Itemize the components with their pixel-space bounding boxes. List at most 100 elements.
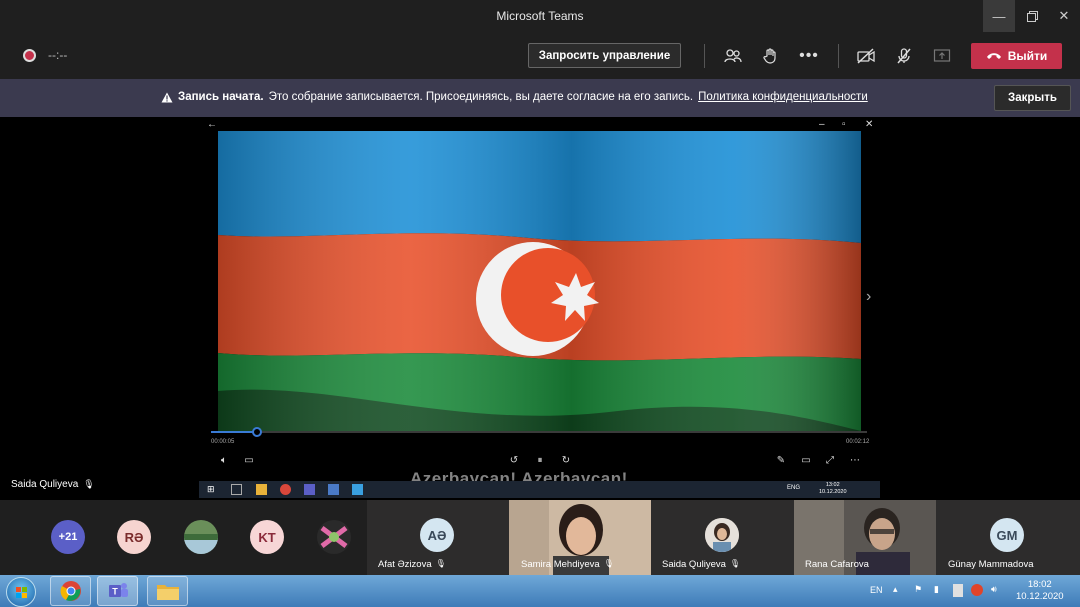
video-progress-bar[interactable]: [211, 431, 867, 433]
restore-icon: [1026, 10, 1038, 22]
participant-name: Rana Cafarova: [805, 559, 869, 570]
mic-off-icon: 🎙︎: [83, 479, 95, 489]
video-time-total: 00:02:12: [846, 439, 870, 445]
people-icon: [724, 49, 742, 63]
system-time: 18:02: [1027, 579, 1052, 590]
media-player-icon[interactable]: [352, 484, 363, 495]
teams-icon[interactable]: [304, 484, 315, 495]
close-window-button[interactable]: ✕: [1048, 0, 1080, 32]
minimize-button[interactable]: —: [983, 0, 1015, 32]
participant-avatar[interactable]: KT: [250, 520, 284, 554]
window-title: Microsoft Teams: [496, 9, 584, 23]
mic-off-icon: 🎙︎: [729, 559, 741, 568]
share-content-button[interactable]: [930, 44, 954, 68]
remote-date: 10.12.2020: [819, 489, 847, 495]
more-participants-button[interactable]: +21: [51, 520, 85, 554]
taskbar-teams[interactable]: T: [97, 576, 138, 606]
network-signal-icon[interactable]: ▮: [934, 584, 939, 595]
hand-icon: [763, 48, 776, 64]
pencil-icon: ✎: [776, 454, 786, 466]
battery-icon[interactable]: [953, 584, 963, 597]
skip-forward-icon: ↻: [561, 454, 571, 466]
meeting-toolbar: --:-- Запросить управление ••• Выйти: [0, 32, 1080, 79]
app-icon[interactable]: [328, 484, 339, 495]
camera-off-icon: [857, 48, 875, 64]
file-explorer-icon[interactable]: [256, 484, 267, 495]
start-button[interactable]: [6, 577, 36, 607]
skip-forward-button[interactable]: ↻: [558, 453, 574, 467]
mic-off-icon: 🎙︎: [603, 559, 614, 568]
mic-off-icon: 🎙︎: [435, 559, 446, 568]
participant-name-text: Samira Mehdiyeva: [521, 559, 600, 570]
presenter-label: Saida Quliyeva 🎙︎: [11, 479, 95, 490]
camera-toggle-button[interactable]: [854, 44, 878, 68]
participant-photo-avatar[interactable]: [184, 520, 218, 554]
windows-taskbar: T EN ▴ ⚑ ▮ 🔊︎ 18:02 10.12.2020: [0, 575, 1080, 607]
participant-name: Samira Mehdiyeva 🎙︎: [521, 559, 614, 570]
participants-button[interactable]: [721, 44, 745, 68]
participant-avatar[interactable]: RƏ: [117, 520, 151, 554]
system-clock[interactable]: 18:02 10.12.2020: [1016, 579, 1064, 603]
more-icon: ⋯: [850, 454, 860, 466]
participant-avatar: GM: [990, 518, 1024, 552]
title-bar: Microsoft Teams — ✕: [0, 0, 1080, 32]
flag-icon[interactable]: ⚑: [914, 584, 922, 595]
keyboard-language[interactable]: EN: [870, 585, 883, 595]
participant-name-text: Rana Cafarova: [805, 559, 869, 570]
participant-photo-avatar[interactable]: [317, 520, 351, 554]
participant-name-text: Günay Mammadova: [948, 559, 1034, 570]
captions-button[interactable]: ▭: [241, 453, 257, 467]
chrome-icon: [60, 581, 81, 601]
remote-time: 13:02: [825, 482, 840, 488]
participant-name: Günay Mammadova: [948, 559, 1034, 570]
volume-button[interactable]: 🔈︎: [216, 453, 232, 467]
windows-logo-icon: [16, 587, 27, 598]
restore-button[interactable]: [1016, 0, 1048, 32]
fullscreen-button[interactable]: ⤢: [822, 453, 838, 467]
edit-button[interactable]: ✎: [773, 453, 789, 467]
tray-expand-icon[interactable]: ▴: [893, 584, 898, 595]
mic-off-icon: [897, 48, 911, 64]
skip-back-icon: ↺: [509, 454, 519, 466]
windows-start-icon[interactable]: ⊞: [207, 484, 218, 495]
folder-icon: [156, 585, 179, 600]
share-screen-icon: [933, 49, 951, 62]
pause-button[interactable]: ⏸︎: [532, 453, 548, 467]
privacy-policy-link[interactable]: Политика конфиденциальности: [698, 91, 868, 103]
task-view-icon[interactable]: [231, 484, 242, 495]
skip-back-button[interactable]: ↺: [506, 453, 522, 467]
taskbar-explorer[interactable]: [147, 576, 188, 606]
player-maximize-icon[interactable]: ▫: [842, 119, 846, 130]
volume-icon[interactable]: 🔊︎: [991, 584, 997, 595]
banner-text: Это собрание записывается. Присоединяясь…: [268, 91, 694, 103]
meeting-timer: --:--: [48, 48, 68, 62]
banner-title: Запись начата.: [178, 91, 264, 103]
mic-toggle-button[interactable]: [892, 44, 916, 68]
svg-text:T: T: [112, 587, 118, 597]
video-progress-handle[interactable]: [251, 427, 262, 437]
close-icon: ✕: [1058, 8, 1070, 23]
player-minimize-icon[interactable]: –: [819, 119, 825, 130]
video-progress-fill: [211, 431, 257, 433]
mini-view-button[interactable]: ▭: [798, 453, 814, 467]
chrome-icon[interactable]: [280, 484, 291, 495]
player-back-icon[interactable]: ←: [207, 119, 217, 130]
more-actions-button[interactable]: •••: [797, 44, 821, 68]
taskbar-chrome[interactable]: [50, 576, 91, 606]
raise-hand-button[interactable]: [758, 44, 782, 68]
warning-icon: [161, 92, 173, 102]
request-control-button[interactable]: Запросить управление: [528, 43, 681, 68]
teams-icon: T: [108, 583, 128, 597]
hang-up-icon: [986, 53, 1001, 59]
leave-call-button[interactable]: Выйти: [971, 43, 1062, 69]
next-slide-chevron-icon[interactable]: ›: [866, 288, 871, 306]
toolbar-divider: [838, 44, 839, 68]
presenter-name: Saida Quliyeva: [11, 479, 79, 490]
player-more-button[interactable]: ⋯: [847, 453, 863, 467]
participant-name: Saida Quliyeva 🎙︎: [662, 559, 740, 570]
update-alert-icon[interactable]: [971, 584, 983, 596]
player-close-icon[interactable]: ✕: [865, 119, 873, 130]
close-banner-button[interactable]: Закрыть: [994, 85, 1071, 111]
mini-view-icon: ▭: [801, 454, 811, 466]
system-date: 10.12.2020: [1016, 591, 1064, 602]
